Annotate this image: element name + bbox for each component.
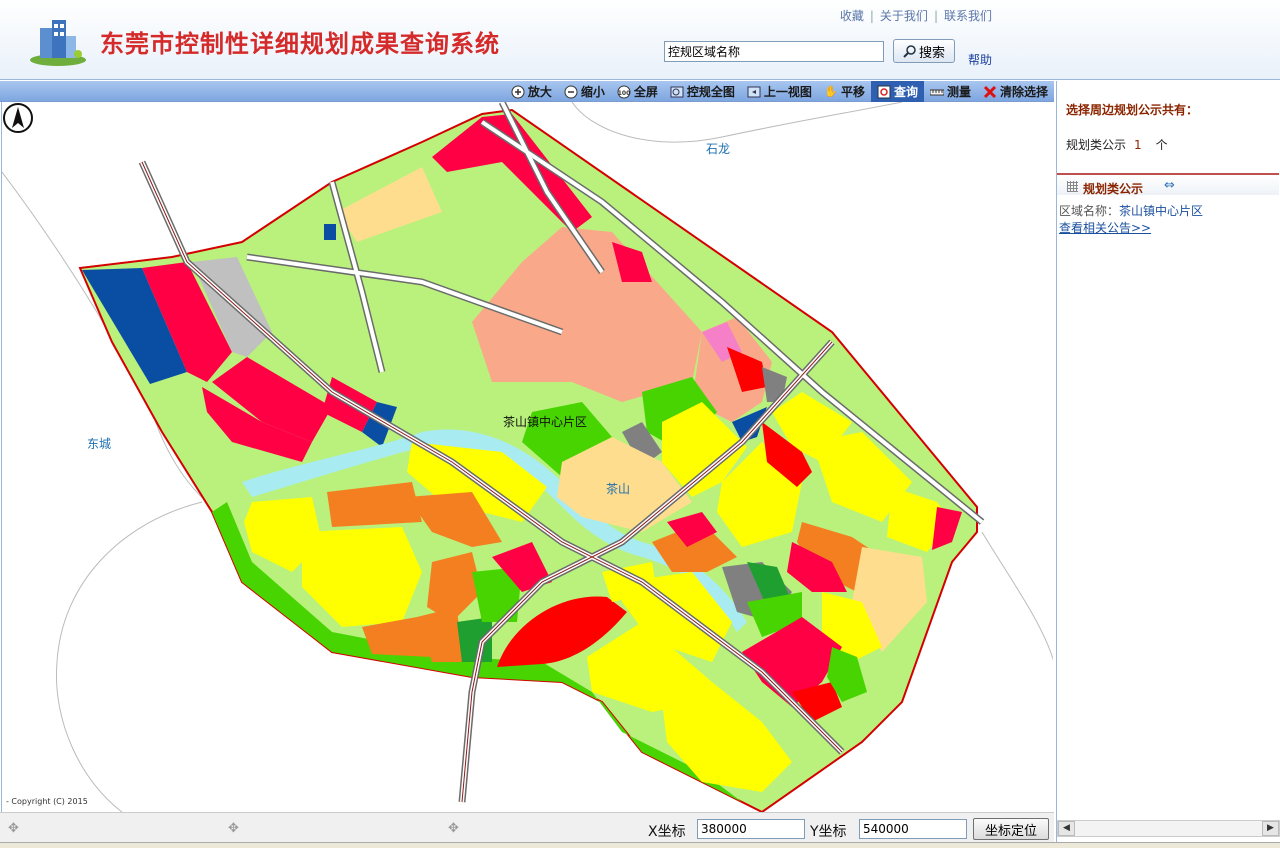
fullscreen-icon: 100 <box>617 85 631 99</box>
zoom-out-label: 缩小 <box>580 85 605 99</box>
full-map-tool[interactable]: 控规全图 <box>664 81 741 102</box>
scroll-left-icon[interactable]: ◀ <box>1058 821 1075 836</box>
copyright-text: - Copyright (C) 2015 <box>6 797 88 806</box>
map-canvas <box>2 102 1053 812</box>
previous-view-tool[interactable]: 上一视图 <box>741 81 818 102</box>
measure-tool[interactable]: 测量 <box>924 81 977 102</box>
y-coordinate-input[interactable] <box>859 819 967 839</box>
measure-label: 测量 <box>946 85 971 99</box>
previous-view-label: 上一视图 <box>763 85 812 99</box>
top-links: 收藏 | 关于我们 | 联系我们 <box>840 7 992 24</box>
move-handle-icon[interactable]: ✥ <box>448 821 459 836</box>
contact-link[interactable]: 联系我们 <box>944 9 992 23</box>
app-title: 东莞市控制性详细规划成果查询系统 <box>100 29 500 58</box>
clear-selection-icon <box>983 85 997 99</box>
collapse-icon[interactable]: ⇔ <box>1164 178 1175 193</box>
svg-text:100: 100 <box>618 90 631 97</box>
scroll-right-icon[interactable]: ▶ <box>1262 821 1279 836</box>
move-handle-icon[interactable]: ✥ <box>8 821 19 836</box>
zoom-out-icon <box>564 85 578 99</box>
boundary-line <box>571 102 903 143</box>
query-tool[interactable]: 查询 <box>870 81 924 102</box>
nearby-count-row: 规划类公示 1 个 <box>1066 136 1168 153</box>
clear-selection-tool[interactable]: 清除选择 <box>977 81 1054 102</box>
search-input[interactable] <box>664 41 884 62</box>
side-panel: 选择周边规划公示共有： 规划类公示 1 个 规划类公示 ⇔ 区域名称：茶山镇中心片区… <box>1056 81 1280 842</box>
pan-tool[interactable]: ✋ 平移 <box>818 81 871 102</box>
clear-selection-label: 清除选择 <box>999 85 1048 99</box>
land-parcel <box>324 224 336 240</box>
help-link[interactable]: 帮助 <box>968 51 992 68</box>
zoom-in-tool[interactable]: 放大 <box>505 81 558 102</box>
boundary-line <box>981 531 1053 661</box>
grid-icon <box>1067 181 1078 192</box>
status-bar <box>0 842 1280 848</box>
area-label: 区域名称： <box>1059 204 1120 218</box>
zoom-out-tool[interactable]: 缩小 <box>558 81 611 102</box>
query-icon <box>877 85 891 99</box>
y-coordinate-label: Y坐标 <box>810 824 847 840</box>
area-row: 区域名称：茶山镇中心片区 <box>1059 202 1203 219</box>
category-label: 规划类公示 <box>1066 138 1127 152</box>
previous-view-icon <box>747 85 761 99</box>
separator: | <box>869 9 874 23</box>
area-label: 茶山镇中心片区 <box>503 415 588 429</box>
place-label: 茶山 <box>606 482 631 496</box>
place-label: 东城 <box>87 437 112 451</box>
full-map-label: 控规全图 <box>686 85 735 99</box>
horizontal-scrollbar[interactable]: ◀ ▶ <box>1057 820 1280 837</box>
locate-coordinate-button[interactable]: 坐标定位 <box>973 818 1049 840</box>
separator: | <box>933 9 938 23</box>
area-value: 茶山镇中心片区 <box>1119 204 1204 218</box>
ruler-icon <box>929 85 944 99</box>
search-icon <box>903 45 916 58</box>
view-notice-link[interactable]: 查看相关公告>> <box>1059 219 1151 236</box>
count-value: 1 <box>1134 138 1142 152</box>
place-label: 石龙 <box>706 142 731 156</box>
zoom-in-label: 放大 <box>527 85 552 99</box>
boundary-line <box>55 501 203 812</box>
x-coordinate-input[interactable] <box>697 819 805 839</box>
full-map-icon <box>670 85 684 99</box>
x-coordinate-label: X坐标 <box>648 824 686 840</box>
favorite-link[interactable]: 收藏 <box>840 9 864 23</box>
coordinate-bar: ✥ ✥ ✥ X坐标 Y坐标 坐标定位 <box>0 812 1054 842</box>
move-handle-icon[interactable]: ✥ <box>228 821 239 836</box>
search-button-label: 搜索 <box>918 45 945 61</box>
section-header: 规划类公示 ⇔ <box>1057 173 1279 196</box>
fullscreen-tool[interactable]: 100 全屏 <box>611 81 664 102</box>
count-unit: 个 <box>1155 138 1168 152</box>
north-arrow-icon <box>3 103 33 133</box>
fullscreen-label: 全屏 <box>633 85 658 99</box>
map-toolbar: 放大 缩小 100 全屏 控规全图 上一视图 ✋ 平移 查询 测量 清除选择 <box>0 81 1054 102</box>
logo-icon <box>30 20 86 66</box>
search-button[interactable]: 搜索 <box>893 39 955 63</box>
about-link[interactable]: 关于我们 <box>880 9 928 23</box>
nearby-title: 选择周边规划公示共有： <box>1066 103 1199 117</box>
app-header: 东莞市控制性详细规划成果查询系统 收藏 | 关于我们 | 联系我们 搜索 帮助 <box>0 0 1280 80</box>
section-title: 规划类公示 <box>1083 182 1144 196</box>
pan-hand-icon: ✋ <box>824 85 838 98</box>
pan-label: 平移 <box>840 85 865 99</box>
query-label: 查询 <box>893 85 918 99</box>
zoom-in-icon <box>511 85 525 99</box>
map-view[interactable]: 石龙 东城 茶山 茶山镇中心片区 - Copyright (C) 2015 <box>1 102 1053 812</box>
